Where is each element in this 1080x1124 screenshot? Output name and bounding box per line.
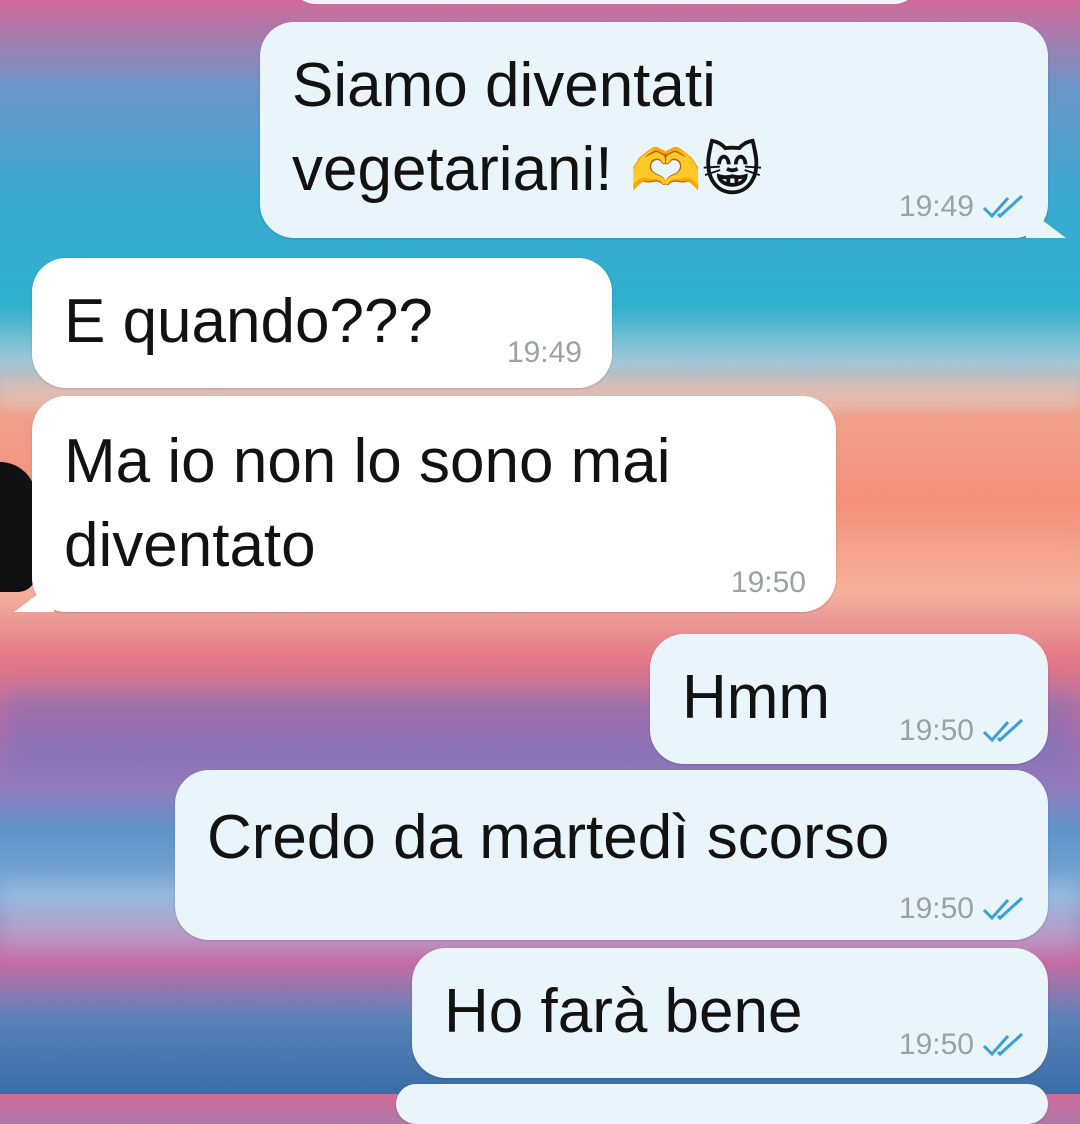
bubble-tail <box>1026 208 1066 238</box>
message-text: E quando??? <box>64 287 433 356</box>
message-text: Siamo diventati vegetariani! 🫶😸 <box>292 51 763 204</box>
message-bubble-outgoing[interactable]: Credo da martedì scorso 19:50 <box>175 770 1048 940</box>
previous-message-bubble[interactable] <box>290 0 920 4</box>
message-bubble-outgoing[interactable]: Hmm 19:50 <box>650 634 1048 764</box>
message-text: Credo da martedì scorso <box>207 803 890 872</box>
double-check-icon <box>982 896 1024 921</box>
message-text: Ma io non lo sono mai diventato <box>64 427 671 580</box>
message-bubble-outgoing[interactable]: Ho farà bene 19:50 <box>412 948 1048 1078</box>
message-time: 19:50 <box>898 1028 974 1061</box>
double-check-icon <box>982 1032 1024 1057</box>
heart-hands-emoji: 🫶 <box>629 138 702 203</box>
wallpaper-rock <box>0 462 36 592</box>
message-time: 19:50 <box>898 714 974 747</box>
message-meta: 19:50 <box>731 566 806 600</box>
message-meta: 19:49 <box>507 336 582 370</box>
message-time: 19:49 <box>506 336 582 369</box>
message-bubble-outgoing[interactable]: Siamo diventati vegetariani! 🫶😸 19:49 <box>260 22 1066 238</box>
double-check-icon <box>982 718 1024 743</box>
message-text: Hmm <box>682 663 831 732</box>
next-message-bubble[interactable] <box>396 1084 1048 1124</box>
grinning-cat-emoji: 😸 <box>702 138 763 203</box>
message-time: 19:49 <box>898 190 974 223</box>
message-meta: 19:50 <box>899 714 1030 748</box>
message-meta: 19:50 <box>899 1028 1030 1062</box>
message-bubble-incoming[interactable]: E quando??? 19:49 <box>32 258 612 388</box>
message-time: 19:50 <box>898 892 974 925</box>
message-text: Ho farà bene <box>444 977 803 1046</box>
double-check-icon <box>982 194 1024 219</box>
message-bubble-incoming[interactable]: Ma io non lo sono mai diventato 19:50 <box>14 396 836 612</box>
message-meta: 19:49 <box>899 190 1030 224</box>
message-meta: 19:50 <box>899 892 1030 926</box>
message-time: 19:50 <box>730 566 806 599</box>
